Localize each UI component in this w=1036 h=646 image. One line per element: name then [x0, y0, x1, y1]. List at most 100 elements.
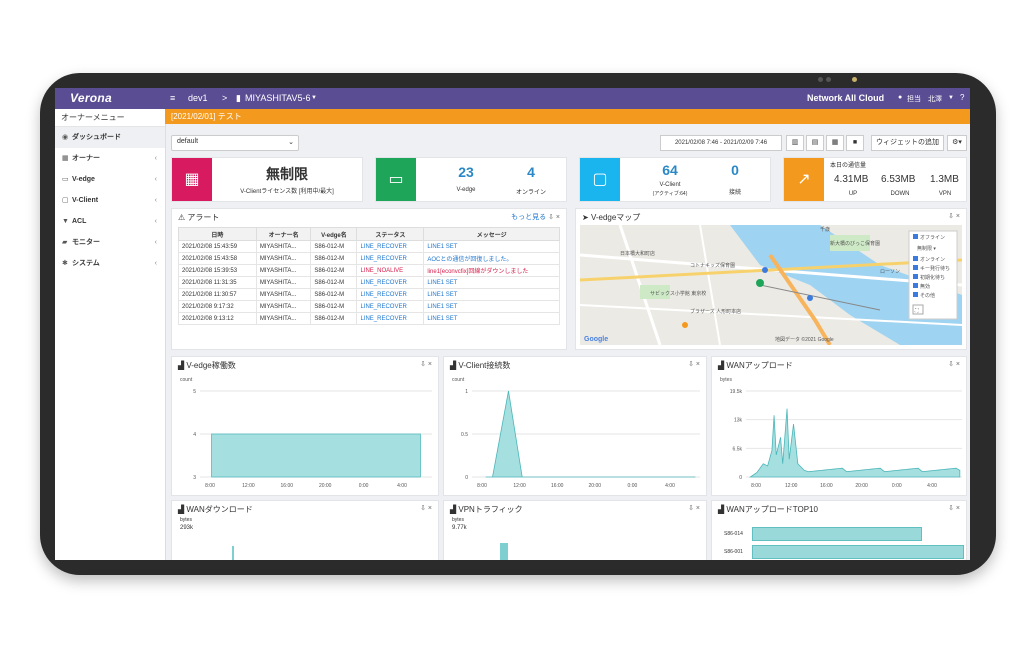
fullscreen-icon[interactable]: ⛶: [915, 308, 919, 314]
close-icon[interactable]: ×: [556, 214, 560, 221]
chart-title-wrap: ▟ VPNトラフィック: [450, 504, 523, 515]
legend-checkbox[interactable]: [913, 274, 918, 279]
dashboard-select[interactable]: default ⌄: [171, 135, 299, 151]
close-icon[interactable]: ×: [428, 505, 432, 512]
table-cell: S86-012-M: [310, 300, 358, 313]
legend-checkbox[interactable]: [913, 292, 918, 297]
date-range-picker[interactable]: 2021/02/08 7:46 - 2021/02/09 7:46: [660, 135, 782, 151]
table-cell: LINE1 SET: [423, 276, 560, 289]
app-logo[interactable]: Verona: [70, 91, 112, 105]
close-icon[interactable]: ×: [956, 361, 960, 368]
x-tick: 20:00: [855, 483, 868, 489]
close-icon[interactable]: ×: [696, 361, 700, 368]
wan-upload-chart-panel: ▟ WANアップロード ⇩ × bytes 19.5k 13k 6.5k 0 8:00 12…: [711, 356, 967, 496]
sidebar-item-0[interactable]: ◉ ダッシュボード: [55, 127, 165, 148]
pin-icon[interactable]: ⇩: [948, 505, 954, 512]
sidebar-item-6[interactable]: ✱ システム ‹: [55, 253, 165, 274]
pin-icon[interactable]: ⇩: [420, 361, 426, 368]
y-tick: 0: [739, 475, 742, 481]
map-title-wrap: ➤ V-edgeマップ: [582, 212, 640, 223]
caret-down-icon[interactable]: ▼: [948, 95, 954, 101]
breadcrumb-root[interactable]: dev1: [188, 93, 208, 103]
table-row[interactable]: 2021/02/08 11:31:35 MIYASHITA... S86-012-M…: [178, 276, 560, 289]
vpn-label: VPN: [938, 191, 952, 197]
legend-checkbox[interactable]: [913, 234, 918, 239]
pin-icon[interactable]: ⇩: [548, 214, 554, 221]
dashboard-select-value: default: [177, 138, 199, 145]
wan-download-chart-panel: ▟ WANダウンロード ⇩ × bytes 293k: [171, 500, 439, 560]
chart-title: V-edge稼働数: [186, 361, 236, 370]
table-row[interactable]: 2021/02/08 15:43:59 MIYASHITA... S86-012-M…: [178, 240, 560, 253]
sidebar-item-2[interactable]: ▭ V-edge ‹: [55, 169, 165, 190]
vpn-value: 1.3MB: [930, 174, 959, 185]
sidebar-item-1[interactable]: ▦ オーナー ‹: [55, 148, 165, 169]
table-row[interactable]: 2021/02/08 9:13:12 MIYASHITA... S86-012-M L…: [178, 312, 560, 325]
close-icon[interactable]: ×: [956, 505, 960, 512]
breadcrumb-device[interactable]: MIYASHITAV5-6: [245, 93, 311, 103]
app-screen: Verona ≡ dev1 > ▮ MIYASHITAV5-6 ▼ Networ…: [55, 88, 970, 560]
layout-1col-button[interactable]: ▥: [786, 135, 804, 151]
column-header[interactable]: V-edge名: [310, 227, 358, 241]
layout-2col-button[interactable]: ▤: [806, 135, 824, 151]
legend-select[interactable]: 無制限 ▾: [917, 245, 936, 252]
hamburger-icon[interactable]: ≡: [170, 93, 175, 103]
map-canvas[interactable]: 日本橋大和町店 コトナキッズ保育園 サビックス小学館 東京校 ブラザーズ 人形町…: [580, 225, 962, 345]
table-cell: LINE1 SET: [423, 240, 560, 253]
chevron-left-icon: ‹: [154, 218, 157, 225]
table-row[interactable]: 2021/02/08 15:39:53 MIYASHITA... S86-012-M…: [178, 264, 560, 277]
chevron-left-icon: ‹: [154, 155, 157, 162]
sensor-dot: [852, 77, 857, 82]
table-cell: S86-012-M: [310, 312, 358, 325]
layout-grid-button[interactable]: ▦: [826, 135, 844, 151]
column-header[interactable]: メッセージ: [423, 227, 560, 241]
license-card: ▦ 無制限 V-Clientライセンス数 [利用中/最大]: [171, 157, 363, 202]
close-icon[interactable]: ×: [696, 505, 700, 512]
more-link[interactable]: もっと見る: [511, 214, 546, 221]
column-header[interactable]: オーナー名: [255, 227, 312, 241]
y-tick: 13k: [734, 418, 743, 424]
legend-label: 無効: [920, 283, 930, 290]
sidebar-item-3[interactable]: ▢ V-Client ‹: [55, 190, 165, 211]
top10-bar: [752, 527, 922, 541]
pin-icon[interactable]: ⇩: [948, 213, 954, 220]
legend-checkbox[interactable]: [913, 256, 918, 261]
user-role[interactable]: 担当: [907, 94, 921, 104]
pin-icon[interactable]: ⇩: [420, 505, 426, 512]
legend-checkbox[interactable]: [913, 283, 918, 288]
column-header[interactable]: ステータス: [356, 227, 425, 241]
alert-controls: もっと見る ⇩ ×: [511, 212, 560, 222]
settings-gear-button[interactable]: ⚙▾: [947, 135, 967, 151]
chevron-left-icon: ‹: [154, 197, 157, 204]
download-label: DOWN: [890, 191, 910, 197]
vclient-count: 64: [662, 162, 678, 178]
table-row[interactable]: 2021/02/08 15:43:58 MIYASHITA... S86-012-M…: [178, 252, 560, 265]
notice-text[interactable]: [2021/02/01] テスト: [171, 111, 242, 122]
add-widget-button[interactable]: ウィジェットの追加: [871, 135, 944, 151]
user-name[interactable]: 北澤: [928, 94, 942, 104]
pin-icon[interactable]: ⇩: [688, 361, 694, 368]
pin-icon[interactable]: ⇩: [688, 505, 694, 512]
close-icon[interactable]: ×: [428, 361, 432, 368]
warning-icon: ⚠: [178, 213, 188, 222]
sidebar-item-5[interactable]: ▰ モニター ‹: [55, 232, 165, 253]
table-cell: AOCとの通信が回復しました。: [423, 252, 560, 265]
table-cell: MIYASHITA...: [255, 288, 312, 301]
sidebar-item-label: モニター: [72, 239, 100, 246]
table-row[interactable]: 2021/02/08 9:17:32 MIYASHITA... S86-012-M L…: [178, 300, 560, 313]
sidebar-item-4[interactable]: ▼ ACL ‹: [55, 211, 165, 232]
legend-checkbox[interactable]: [913, 265, 918, 270]
pin-icon[interactable]: ⇩: [948, 361, 954, 368]
dashboard-icon: ◉: [62, 134, 69, 141]
column-header[interactable]: 日時: [178, 227, 257, 241]
table-cell: 2021/02/08 9:17:32: [178, 300, 257, 313]
breadcrumb-separator: >: [222, 93, 228, 103]
layout-full-button[interactable]: ■: [846, 135, 864, 151]
close-icon[interactable]: ×: [956, 213, 960, 220]
help-icon[interactable]: ?: [960, 93, 964, 102]
table-row[interactable]: 2021/02/08 11:30:57 MIYASHITA... S86-012-M…: [178, 288, 560, 301]
sidebar-item-label: システム: [72, 260, 100, 267]
table-cell: 2021/02/08 11:30:57: [178, 288, 257, 301]
y-tick: 0: [465, 475, 468, 481]
caret-down-icon[interactable]: ▼: [311, 95, 317, 101]
main-content: default ⌄ 2021/02/08 7:46 - 2021/02/09 7…: [165, 124, 970, 560]
